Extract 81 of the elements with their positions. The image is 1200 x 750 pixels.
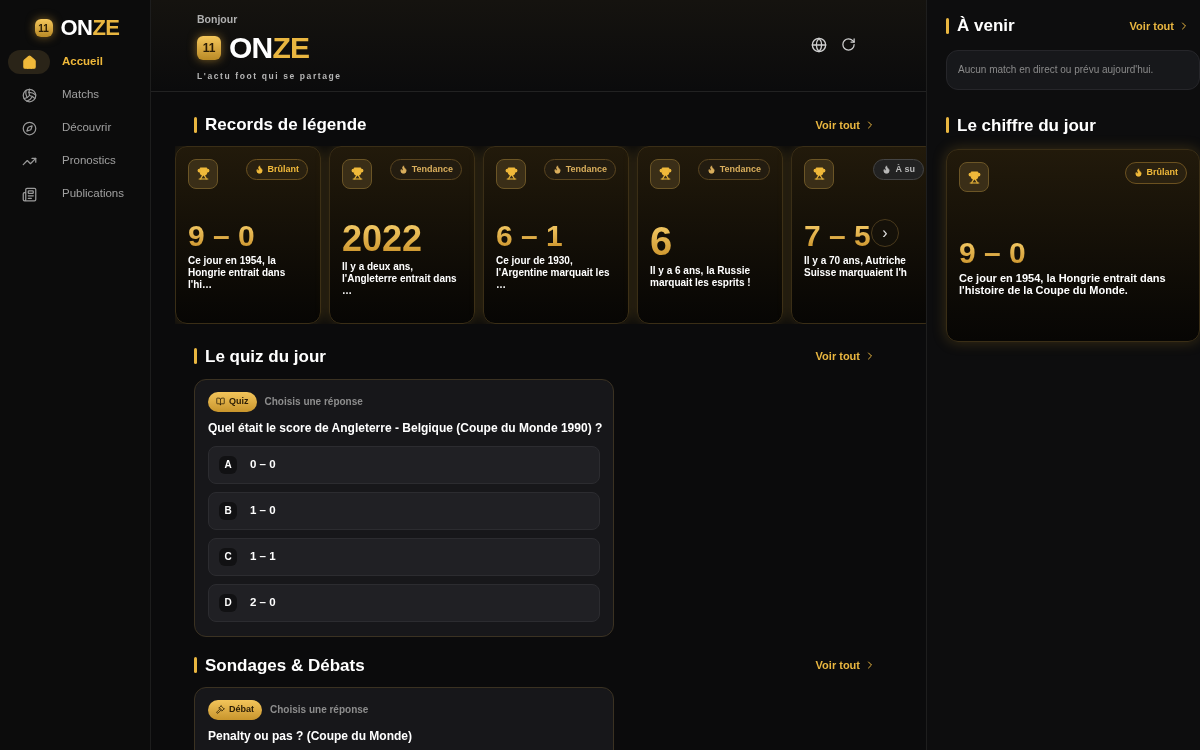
soccer-ball-icon xyxy=(21,87,37,103)
flame-icon xyxy=(552,164,562,174)
trophy-icon xyxy=(504,167,518,180)
option-answer: 2 – 0 xyxy=(250,594,276,610)
section-title: Sondages & Débats xyxy=(205,654,365,677)
trend-tag: Tendance xyxy=(389,158,462,180)
logo-wordmark: ONZE xyxy=(60,17,120,39)
trophy-icon xyxy=(812,167,826,180)
record-card[interactable]: Brûlant 9 – 0 Ce jour en 1954, la Hongrie entrait dans l'histoire de la Coupe du Monde. xyxy=(946,149,1200,342)
hint-text: Choisis une réponse xyxy=(264,395,363,410)
nav-item[interactable]: Découvrir xyxy=(8,115,142,141)
hint-text: Choisis une réponse xyxy=(270,703,369,718)
trend-tag: Brûlant xyxy=(245,158,308,180)
category-tag: Débat xyxy=(208,700,262,720)
see-all-link[interactable]: Voir tout xyxy=(815,116,876,133)
trophy-icon xyxy=(350,167,364,180)
logo-badge: 11 xyxy=(197,35,221,60)
option-letter: B xyxy=(219,501,237,520)
section-title: À venir xyxy=(957,15,1015,37)
record-card[interactable]: Tendance 6 Il y a 6 ans, la Russie marquait les esprits ! xyxy=(637,145,783,324)
section-title: Records de légende xyxy=(205,114,367,136)
flame-icon xyxy=(398,164,408,174)
answer-option[interactable]: B 1 – 0 xyxy=(208,491,600,530)
answer-option[interactable]: A 0 – 0 xyxy=(208,445,600,484)
answer-option[interactable]: C 1 – 1 xyxy=(208,537,600,576)
option-answer: 1 – 0 xyxy=(250,502,276,518)
trend-tag: Tendance xyxy=(697,158,770,180)
compass-icon xyxy=(21,120,37,136)
trophy-icon xyxy=(967,170,981,184)
answer-option[interactable]: D 2 – 0 xyxy=(208,583,600,622)
record-description: Ce jour en 1954, la Hongrie entrait dans l'hi… xyxy=(188,254,287,291)
home-icon xyxy=(21,54,37,70)
option-answer: 1 – 1 xyxy=(250,548,276,564)
nav-label: Découvrir xyxy=(62,120,112,136)
nav-item[interactable]: Matchs xyxy=(8,82,142,108)
logo-wordmark: ONZE xyxy=(229,32,310,63)
nav-label: Accueil xyxy=(62,54,103,70)
nav-item[interactable]: Publications xyxy=(8,181,142,207)
section-title: Le quiz du jour xyxy=(205,345,326,368)
nav-label: Matchs xyxy=(62,87,100,103)
trophy-icon xyxy=(196,167,210,180)
nav-item[interactable]: Accueil xyxy=(8,49,142,75)
trend-tag: Brûlant xyxy=(1124,162,1187,184)
flame-icon xyxy=(1133,168,1143,178)
record-card[interactable]: Tendance 6 – 1 Ce jour de 1930, l'Argentine marquait les … xyxy=(483,145,629,324)
record-card[interactable]: Brûlant 9 – 0 Ce jour en 1954, la Hongrie entrait dans l'hi… xyxy=(175,145,321,324)
flame-icon xyxy=(706,164,716,174)
option-answer: 0 – 0 xyxy=(250,456,276,472)
tagline-text: L'actu foot qui se partage xyxy=(197,69,342,83)
flame-icon xyxy=(254,164,264,174)
gavel-icon xyxy=(216,705,225,715)
newspaper-icon xyxy=(21,186,37,202)
trend-tag: Tendance xyxy=(543,158,616,180)
question-text: Penalty ou pas ? (Coupe du Monde) xyxy=(208,728,413,744)
refresh-icon[interactable] xyxy=(841,37,856,52)
see-all-link[interactable]: Voir tout xyxy=(1129,17,1190,34)
section-title: Le chiffre du jour xyxy=(957,114,1096,137)
nav-item[interactable]: Pronostics xyxy=(8,148,142,174)
question-text: Quel était le score de Angleterre - Belgique (Coupe du Monde 1990) ? xyxy=(208,420,600,436)
record-description: Ce jour en 1954, la Hongrie entrait dans l'histoire de la Coupe du Monde. xyxy=(959,272,1167,296)
record-description: Il y a 70 ans, Autriche Suisse marquaient l'h xyxy=(804,254,908,279)
option-letter: A xyxy=(219,455,237,474)
record-description: Ce jour de 1930, l'Argentine marquait les … xyxy=(496,254,611,291)
logo-badge: 11 xyxy=(34,19,53,37)
nav-label: Publications xyxy=(62,186,124,202)
record-card[interactable]: Tendance 2022 Il y a deux ans, l'Angleterre entrait dans … xyxy=(329,145,475,324)
record-description: Il y a deux ans, l'Angleterre entrait dans … xyxy=(342,260,458,297)
option-letter: D xyxy=(219,593,237,612)
nav-label: Pronostics xyxy=(62,153,116,169)
category-tag: Quiz xyxy=(208,392,257,412)
book-icon xyxy=(216,397,225,407)
flame-icon xyxy=(882,164,892,174)
language-icon[interactable] xyxy=(811,37,827,53)
record-description: Il y a 6 ans, la Russie marquait les esprits ! xyxy=(650,264,752,289)
see-all-link[interactable]: Voir tout xyxy=(815,348,876,365)
see-all-link[interactable]: Voir tout xyxy=(815,657,876,674)
greeting-text: Bonjour xyxy=(197,12,239,27)
trophy-icon xyxy=(658,167,672,180)
empty-message: Aucun match en direct ou prévu aujourd'hui. xyxy=(958,63,1154,77)
option-letter: C xyxy=(219,547,237,566)
trend-tag: À su xyxy=(873,158,924,180)
